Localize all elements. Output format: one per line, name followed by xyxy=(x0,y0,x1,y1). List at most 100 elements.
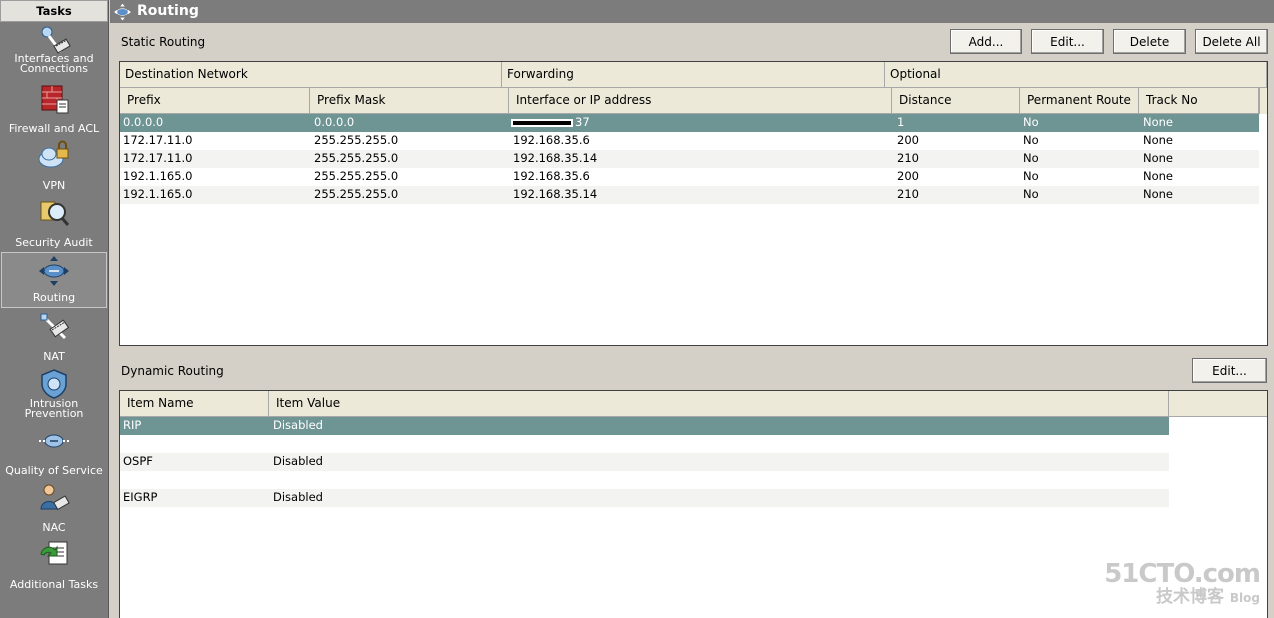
tasks-sidebar: Tasks Interfaces and Connections Firewall… xyxy=(0,0,109,618)
cell-permanent: No xyxy=(1023,151,1039,165)
column-header-row: Item Name Item Value xyxy=(120,391,1169,417)
firewall-icon xyxy=(41,85,69,114)
table-row[interactable]: OSPF Disabled xyxy=(120,453,1169,471)
task-vpn[interactable]: VPN xyxy=(1,139,107,195)
col-distance[interactable]: Distance xyxy=(892,88,1020,114)
cell-track: None xyxy=(1143,133,1174,147)
cell-mask: 255.255.255.0 xyxy=(314,169,399,183)
table-row[interactable]: EIGRP Disabled xyxy=(120,489,1169,507)
task-intrusion-prevention[interactable]: Intrusion Prevention xyxy=(1,367,107,423)
cell-mask: 255.255.255.0 xyxy=(314,187,399,201)
cell-prefix: 192.1.165.0 xyxy=(123,187,193,201)
task-label: Intrusion Prevention xyxy=(24,397,84,420)
cell-prefix: 172.17.11.0 xyxy=(123,151,193,165)
cell-mask: 0.0.0.0 xyxy=(314,115,355,129)
task-interfaces-and-connections[interactable]: Interfaces and Connections xyxy=(1,24,107,80)
cell-distance: 210 xyxy=(897,187,919,201)
watermark-blog: Blog xyxy=(1229,591,1260,605)
column-header-row: Prefix Prefix Mask Interface or IP addre… xyxy=(120,88,1267,114)
cell-distance: 200 xyxy=(897,169,919,183)
qos-icon xyxy=(39,434,69,448)
security-audit-icon xyxy=(40,201,70,226)
task-label: VPN xyxy=(42,179,66,192)
group-forwarding: Forwarding xyxy=(502,62,885,88)
vpn-icon xyxy=(38,140,69,168)
task-label: Additional Tasks xyxy=(9,578,99,591)
cell-item-value: Disabled xyxy=(273,418,323,432)
task-label: Connections xyxy=(20,62,88,75)
dynamic-routing-table: Item Name Item Value RIP Disabled OSPF D… xyxy=(119,390,1268,618)
edit-static-button[interactable]: Edit... xyxy=(1031,29,1104,54)
table-row[interactable]: RIP Disabled xyxy=(120,417,1169,435)
task-label: Routing xyxy=(32,291,76,304)
task-label: NAC xyxy=(42,521,66,534)
routing-icon xyxy=(39,256,69,286)
watermark-site: 51CTO.com xyxy=(1104,559,1261,589)
col-item-value[interactable]: Item Value xyxy=(269,391,1169,417)
cell-prefix: 192.1.165.0 xyxy=(123,169,193,183)
redaction-bar xyxy=(513,120,571,125)
cell-distance: 210 xyxy=(897,151,919,165)
dynamic-routing-label: Dynamic Routing xyxy=(121,364,224,378)
tasks-header: Tasks xyxy=(0,0,108,22)
additional-tasks-icon xyxy=(40,541,68,565)
cell-distance: 200 xyxy=(897,133,919,147)
table-row[interactable]: 192.1.165.0 255.255.255.0 192.168.35.14 … xyxy=(120,186,1259,204)
cell-permanent: No xyxy=(1023,169,1039,183)
col-prefix[interactable]: Prefix xyxy=(120,88,310,114)
cell-item-value: Disabled xyxy=(273,454,323,468)
group-optional: Optional xyxy=(885,62,1267,88)
cell-interface: 192.168.35.6 xyxy=(513,169,590,183)
task-label: NAT xyxy=(43,350,65,363)
task-security-audit[interactable]: Security Audit xyxy=(1,196,107,252)
cell-permanent: No xyxy=(1023,187,1039,201)
group-header-row: Destination Network Forwarding Optional xyxy=(120,62,1267,88)
edit-dynamic-button[interactable]: Edit... xyxy=(1192,358,1267,383)
task-nat[interactable]: NAT xyxy=(1,310,107,366)
col-interface[interactable]: Interface or IP address xyxy=(509,88,892,114)
cell-mask: 255.255.255.0 xyxy=(314,133,399,147)
cell-prefix: 172.17.11.0 xyxy=(123,133,193,147)
add-button[interactable]: Add... xyxy=(950,29,1022,54)
task-routing[interactable]: Routing xyxy=(1,252,107,308)
table-row[interactable]: 172.17.11.0 255.255.255.0 192.168.35.14 … xyxy=(120,150,1259,168)
cell-track: None xyxy=(1143,151,1174,165)
col-item-name[interactable]: Item Name xyxy=(120,391,269,417)
table-row[interactable]: 192.1.165.0 255.255.255.0 192.168.35.6 2… xyxy=(120,168,1259,186)
cell-mask: 255.255.255.0 xyxy=(314,151,399,165)
cell-item-name: EIGRP xyxy=(123,490,158,504)
col-permanent-route[interactable]: Permanent Route xyxy=(1020,88,1139,114)
scrollbar[interactable] xyxy=(1259,88,1267,114)
col-prefix-mask[interactable]: Prefix Mask xyxy=(310,88,509,114)
title-bar: Routing xyxy=(110,0,1274,23)
task-nac[interactable]: NAC xyxy=(1,481,107,537)
cell-track: None xyxy=(1143,169,1174,183)
task-additional-tasks[interactable]: Additional Tasks xyxy=(1,538,107,594)
cell-item-value: Disabled xyxy=(273,490,323,504)
cell-track: None xyxy=(1143,187,1174,201)
delete-all-button[interactable]: Delete All xyxy=(1195,29,1268,54)
static-routing-table: Destination Network Forwarding Optional … xyxy=(119,61,1268,346)
task-firewall-and-acl[interactable]: Firewall and ACL xyxy=(1,82,107,138)
cell-permanent: No xyxy=(1023,115,1039,129)
page-title: Routing xyxy=(137,3,199,19)
cell-item-name: RIP xyxy=(123,418,142,432)
nat-icon xyxy=(40,313,70,340)
cell-distance: 1 xyxy=(897,115,905,129)
watermark-text: 技术博客 xyxy=(1155,587,1224,607)
intrusion-prevention-icon xyxy=(41,369,67,399)
cell-item-name: OSPF xyxy=(123,454,153,468)
task-label: Security Audit xyxy=(15,236,93,249)
nac-icon xyxy=(40,484,70,511)
table-row[interactable]: 0.0.0.0 0.0.0.0 37 1 No None xyxy=(120,114,1259,132)
routing-icon xyxy=(114,3,131,21)
watermark: 51CTO.com 技术博客 Blog xyxy=(1104,559,1261,608)
static-routing-label: Static Routing xyxy=(121,35,206,49)
task-quality-of-service[interactable]: Quality of Service xyxy=(1,424,107,480)
table-row[interactable]: 172.17.11.0 255.255.255.0 192.168.35.6 2… xyxy=(120,132,1259,150)
cell-interface: 192.168.35.6 xyxy=(513,133,590,147)
task-label: Firewall and ACL xyxy=(8,122,100,135)
delete-button[interactable]: Delete xyxy=(1113,29,1186,54)
group-destination-network: Destination Network xyxy=(120,62,502,88)
col-track-no[interactable]: Track No xyxy=(1139,88,1259,114)
